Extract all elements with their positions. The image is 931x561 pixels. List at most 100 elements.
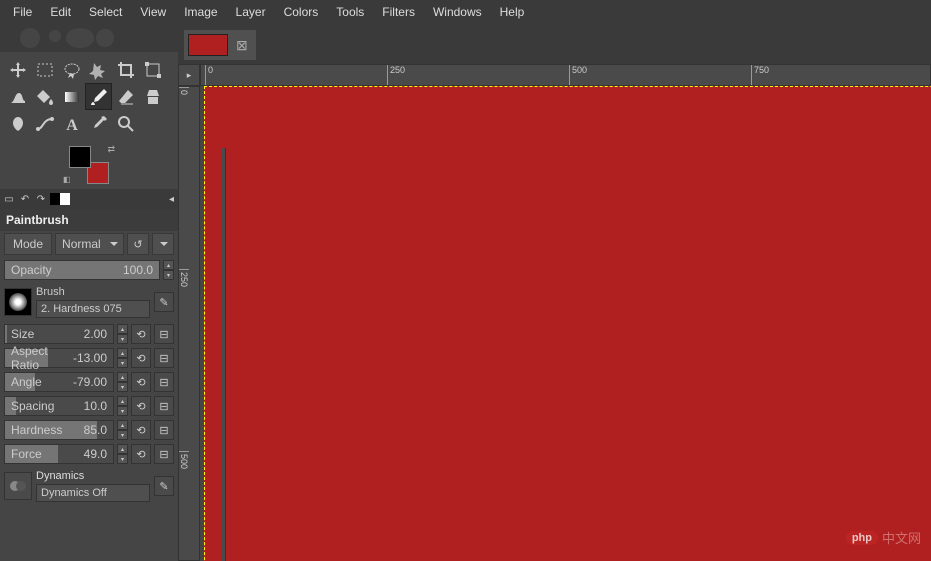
- aspect-link-icon[interactable]: ⊟: [154, 348, 174, 368]
- dynamics-value[interactable]: Dynamics Off: [36, 484, 150, 502]
- dock-menu-icon[interactable]: ◂: [169, 194, 174, 205]
- angle-slider[interactable]: Angle -79.00: [4, 372, 114, 392]
- tool-paintbrush[interactable]: [85, 83, 112, 110]
- brush-edit-icon[interactable]: ✎: [154, 292, 174, 312]
- tool-clone[interactable]: [139, 83, 166, 110]
- spacing-spinner[interactable]: ▴▾: [117, 396, 128, 416]
- dynamics-label: Dynamics: [36, 470, 150, 482]
- size-link-icon[interactable]: ⊟: [154, 324, 174, 344]
- ruler-tick: 250: [387, 65, 405, 85]
- default-colors-icon[interactable]: ◧: [63, 175, 71, 184]
- angle-spinner[interactable]: ▴▾: [117, 372, 128, 392]
- mode-extra-dropdown[interactable]: [152, 233, 174, 255]
- menu-tools[interactable]: Tools: [327, 2, 373, 22]
- mode-reset-icon[interactable]: ↺: [127, 233, 149, 255]
- tool-zoom[interactable]: [112, 110, 139, 137]
- tool-gradient[interactable]: [58, 83, 85, 110]
- angle-link-icon[interactable]: ⊟: [154, 372, 174, 392]
- menu-view[interactable]: View: [131, 2, 175, 22]
- brush-label: Brush: [36, 286, 150, 298]
- watermark-badge: php: [846, 531, 878, 545]
- aspect-spinner[interactable]: ▴▾: [117, 348, 128, 368]
- spacing-reset-icon[interactable]: ⟲: [131, 396, 151, 416]
- dynamics-preview-icon[interactable]: [4, 472, 32, 500]
- tool-path[interactable]: [31, 110, 58, 137]
- menu-colors[interactable]: Colors: [275, 2, 328, 22]
- canvas-viewport[interactable]: php 中文网: [200, 86, 931, 561]
- size-spinner[interactable]: ▴▾: [117, 324, 128, 344]
- tool-color-picker[interactable]: [85, 110, 112, 137]
- menu-image[interactable]: Image: [175, 2, 226, 22]
- tool-smudge[interactable]: [4, 110, 31, 137]
- menu-windows[interactable]: Windows: [424, 2, 491, 22]
- ruler-tick: 500: [569, 65, 587, 85]
- watermark: php 中文网: [846, 528, 921, 547]
- menu-filters[interactable]: Filters: [373, 2, 424, 22]
- ruler-tick: 0: [179, 87, 189, 95]
- menu-file[interactable]: File: [4, 2, 41, 22]
- tab-device-status-icon[interactable]: ↶: [18, 192, 32, 206]
- canvas-area: ⊠ ▸ 0 250 500 750 1000 0 250 500 php: [178, 24, 931, 561]
- wilber-header: [0, 24, 178, 52]
- mode-dropdown[interactable]: Normal: [55, 233, 124, 255]
- hardness-slider[interactable]: Hardness 85.0: [4, 420, 114, 440]
- tool-rect-select[interactable]: [31, 56, 58, 83]
- dynamics-edit-icon[interactable]: ✎: [154, 476, 174, 496]
- aspect-reset-icon[interactable]: ⟲: [131, 348, 151, 368]
- horizontal-ruler[interactable]: 0 250 500 750 1000: [200, 64, 931, 86]
- aspect-ratio-slider[interactable]: Aspect Ratio -13.00: [4, 348, 114, 368]
- close-tab-icon[interactable]: ⊠: [232, 37, 252, 54]
- swap-colors-icon[interactable]: ⇄: [107, 144, 115, 155]
- tool-free-select[interactable]: [58, 56, 85, 83]
- ruler-tick: 0: [205, 65, 213, 85]
- tool-text[interactable]: A: [58, 110, 85, 137]
- ruler-origin-button[interactable]: ▸: [178, 64, 200, 86]
- menu-layer[interactable]: Layer: [227, 2, 275, 22]
- brush-name[interactable]: 2. Hardness 075: [36, 300, 150, 318]
- toolbox: A: [0, 52, 178, 141]
- size-slider[interactable]: Size 2.00: [4, 324, 114, 344]
- selection-border: [204, 86, 931, 561]
- color-indicator: ⇄ ◧: [0, 141, 178, 189]
- spacing-slider[interactable]: Spacing 10.0: [4, 396, 114, 416]
- tool-unified-transform[interactable]: [139, 56, 166, 83]
- ruler-tick: 500: [179, 451, 189, 469]
- spacing-link-icon[interactable]: ⊟: [154, 396, 174, 416]
- left-dock: A ⇄ ◧ ▭ ↶ ↷ ◂ Paintbrush Mo: [0, 24, 178, 561]
- main-menu-bar: File Edit Select View Image Layer Colors…: [0, 0, 931, 24]
- tool-options-panel: Paintbrush Mode Normal ↺ Opacity 100.0 ▴…: [0, 209, 178, 561]
- hardness-reset-icon[interactable]: ⟲: [131, 420, 151, 440]
- hardness-spinner[interactable]: ▴▾: [117, 420, 128, 440]
- force-reset-icon[interactable]: ⟲: [131, 444, 151, 464]
- tool-move[interactable]: [4, 56, 31, 83]
- tool-crop[interactable]: [112, 56, 139, 83]
- image-tab[interactable]: ⊠: [184, 30, 256, 60]
- tab-tool-options-icon[interactable]: ▭: [2, 192, 16, 206]
- tool-fuzzy-select[interactable]: [85, 56, 112, 83]
- menu-select[interactable]: Select: [80, 2, 131, 22]
- tool-bucket-fill[interactable]: [31, 83, 58, 110]
- menu-help[interactable]: Help: [491, 2, 534, 22]
- tab-undo-history-icon[interactable]: ↷: [34, 192, 48, 206]
- ruler-tick: 750: [751, 65, 769, 85]
- brush-preview[interactable]: [4, 288, 32, 316]
- tool-eraser[interactable]: [112, 83, 139, 110]
- force-link-icon[interactable]: ⊟: [154, 444, 174, 464]
- image-tab-bar: ⊠: [178, 24, 931, 64]
- force-spinner[interactable]: ▴▾: [117, 444, 128, 464]
- vertical-ruler[interactable]: 0 250 500: [178, 86, 200, 561]
- opacity-spinner[interactable]: ▴▾: [163, 260, 174, 280]
- watermark-text: 中文网: [882, 528, 921, 547]
- angle-reset-icon[interactable]: ⟲: [131, 372, 151, 392]
- tab-colors-icon[interactable]: [50, 193, 70, 205]
- tool-options-title: Paintbrush: [0, 209, 178, 231]
- opacity-slider[interactable]: Opacity 100.0: [4, 260, 160, 280]
- tool-warp[interactable]: [4, 83, 31, 110]
- mode-label: Mode: [4, 233, 52, 255]
- size-reset-icon[interactable]: ⟲: [131, 324, 151, 344]
- hardness-link-icon[interactable]: ⊟: [154, 420, 174, 440]
- force-slider[interactable]: Force 49.0: [4, 444, 114, 464]
- foreground-color-swatch[interactable]: [69, 146, 91, 168]
- menu-edit[interactable]: Edit: [41, 2, 80, 22]
- ruler-tick: 250: [179, 269, 189, 287]
